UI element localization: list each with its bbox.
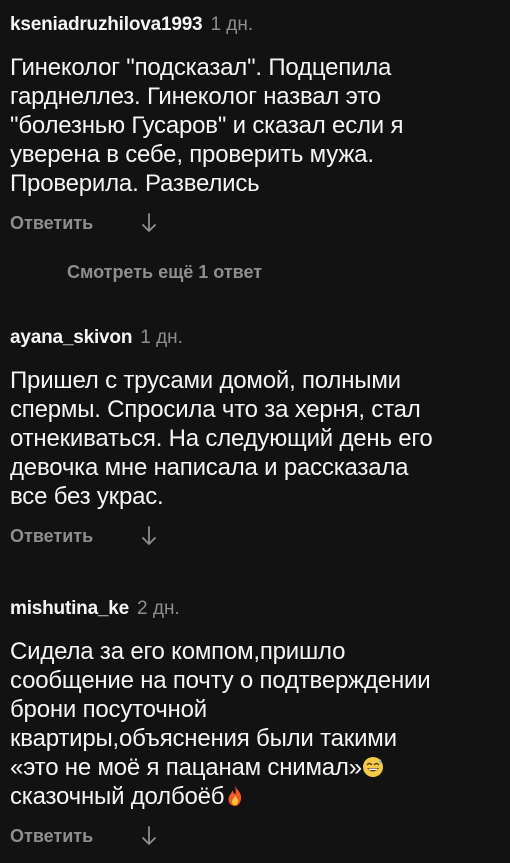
reply-button[interactable]: Ответить — [10, 526, 93, 547]
reply-button[interactable]: Ответить — [10, 213, 93, 234]
comment-line: брони посуточной — [10, 696, 207, 723]
comment-meta: kseniadruzhilova1993 1 дн. — [10, 14, 500, 38]
fire-emoji-icon — [228, 786, 242, 806]
comment-actions: Ответить — [10, 521, 500, 551]
comment-age: 1 дн. — [210, 14, 254, 35]
comment-text: Сидела за его компом,пришло сообщение на … — [10, 637, 500, 811]
comment: kseniadruzhilova1993 1 дн. Гинеколог "по… — [10, 14, 500, 238]
comment-age: 1 дн. — [140, 327, 183, 348]
comment-line: сказочный долбоёб — [10, 783, 225, 810]
comment-line: «это не моё я пацанам снимал» — [10, 754, 362, 781]
comment-text: Пришел с трусами домой, полными спермы. … — [10, 367, 433, 510]
comment-username[interactable]: ayana_skivon — [10, 327, 132, 349]
comment: mishutina_ke 2 дн. Сидела за его компом,… — [10, 598, 500, 851]
view-more-replies-button[interactable]: Смотреть ещё 1 ответ — [67, 262, 262, 283]
comment-line: Сидела за его компом,пришло — [10, 638, 346, 665]
arrow-down-icon[interactable] — [141, 526, 157, 546]
grinning-sweat-emoji-icon — [362, 757, 383, 777]
comment-text: Гинеколог "подсказал". Подцепила гарднел… — [10, 54, 404, 197]
comment-username[interactable]: mishutina_ke — [10, 598, 129, 620]
comment-line: сообщение на почту о подтверждении — [10, 667, 431, 694]
comment: ayana_skivon 1 дн. Пришел с трусами домо… — [10, 327, 500, 551]
comment-username[interactable]: kseniadruzhilova1993 — [10, 14, 203, 36]
comment-actions: Ответить — [10, 208, 500, 238]
comment-age: 2 дн. — [137, 598, 180, 619]
arrow-down-icon[interactable] — [141, 213, 157, 233]
comment-line: квартиры,объяснения были такими — [10, 725, 397, 752]
arrow-down-icon[interactable] — [141, 826, 157, 846]
comment-meta: ayana_skivon 1 дн. — [10, 327, 500, 351]
reply-button[interactable]: Ответить — [10, 826, 93, 847]
comment-meta: mishutina_ke 2 дн. — [10, 598, 500, 622]
comment-actions: Ответить — [10, 821, 500, 851]
